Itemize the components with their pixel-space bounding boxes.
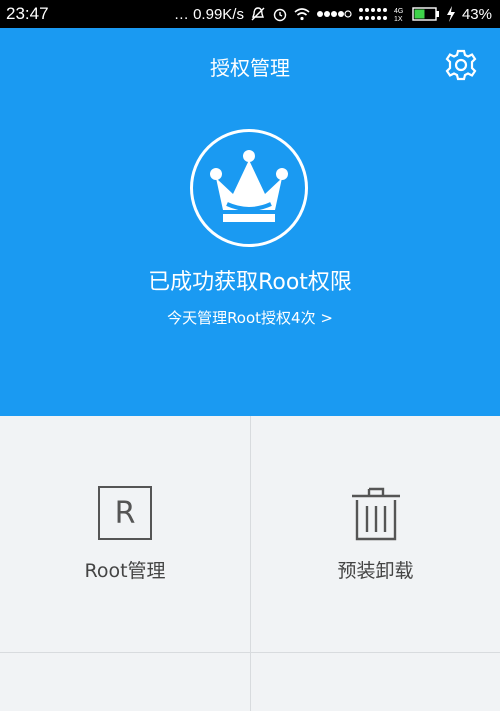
feature-grid: R Root管理 预装卸载 bbox=[0, 416, 500, 711]
status-bar: 23:47 … 0.99K/s 4G 1X 43% bbox=[0, 0, 500, 28]
battery-icon bbox=[412, 7, 439, 21]
root-box-icon: R bbox=[98, 486, 152, 540]
root-success-text: 已成功获取Root权限 bbox=[148, 270, 352, 295]
grid-divider-horizontal bbox=[0, 652, 500, 653]
signal-dots-icon bbox=[316, 10, 352, 18]
alarm-icon bbox=[273, 8, 287, 22]
svg-text:4G: 4G bbox=[394, 8, 403, 15]
wifi-icon bbox=[294, 8, 310, 21]
network-type-icon: 4G 1X bbox=[394, 8, 403, 22]
charging-icon bbox=[446, 6, 455, 22]
network-speed: … 0.99K/s bbox=[173, 5, 244, 23]
root-manage-link[interactable]: 今天管理Root授权4次 > bbox=[0, 307, 500, 328]
status-time: 23:47 bbox=[6, 4, 49, 23]
status-icons: … 0.99K/s 4G 1X 43% bbox=[174, 6, 492, 23]
battery-percent: 43% bbox=[461, 5, 492, 23]
svg-text:1X: 1X bbox=[394, 16, 403, 22]
root-box-glyph: R bbox=[98, 486, 152, 540]
page-title: 授权管理 bbox=[210, 56, 290, 80]
root-status-badge bbox=[190, 129, 308, 247]
mute-icon bbox=[251, 7, 265, 21]
trash-icon bbox=[349, 486, 403, 546]
settings-button[interactable] bbox=[444, 48, 478, 82]
preinstall-uninstall-label: 预装卸载 bbox=[337, 560, 414, 582]
signal-grid-icon bbox=[358, 8, 387, 20]
gear-icon bbox=[445, 49, 477, 81]
preinstall-uninstall-tile[interactable]: 预装卸载 bbox=[251, 416, 500, 652]
root-management-label: Root管理 bbox=[84, 560, 166, 582]
crown-icon bbox=[210, 150, 288, 222]
authorization-header: 授权管理 已成功获取Root权限 今天管理Root授权4次 > bbox=[0, 28, 500, 416]
root-management-tile[interactable]: R Root管理 bbox=[0, 416, 250, 652]
